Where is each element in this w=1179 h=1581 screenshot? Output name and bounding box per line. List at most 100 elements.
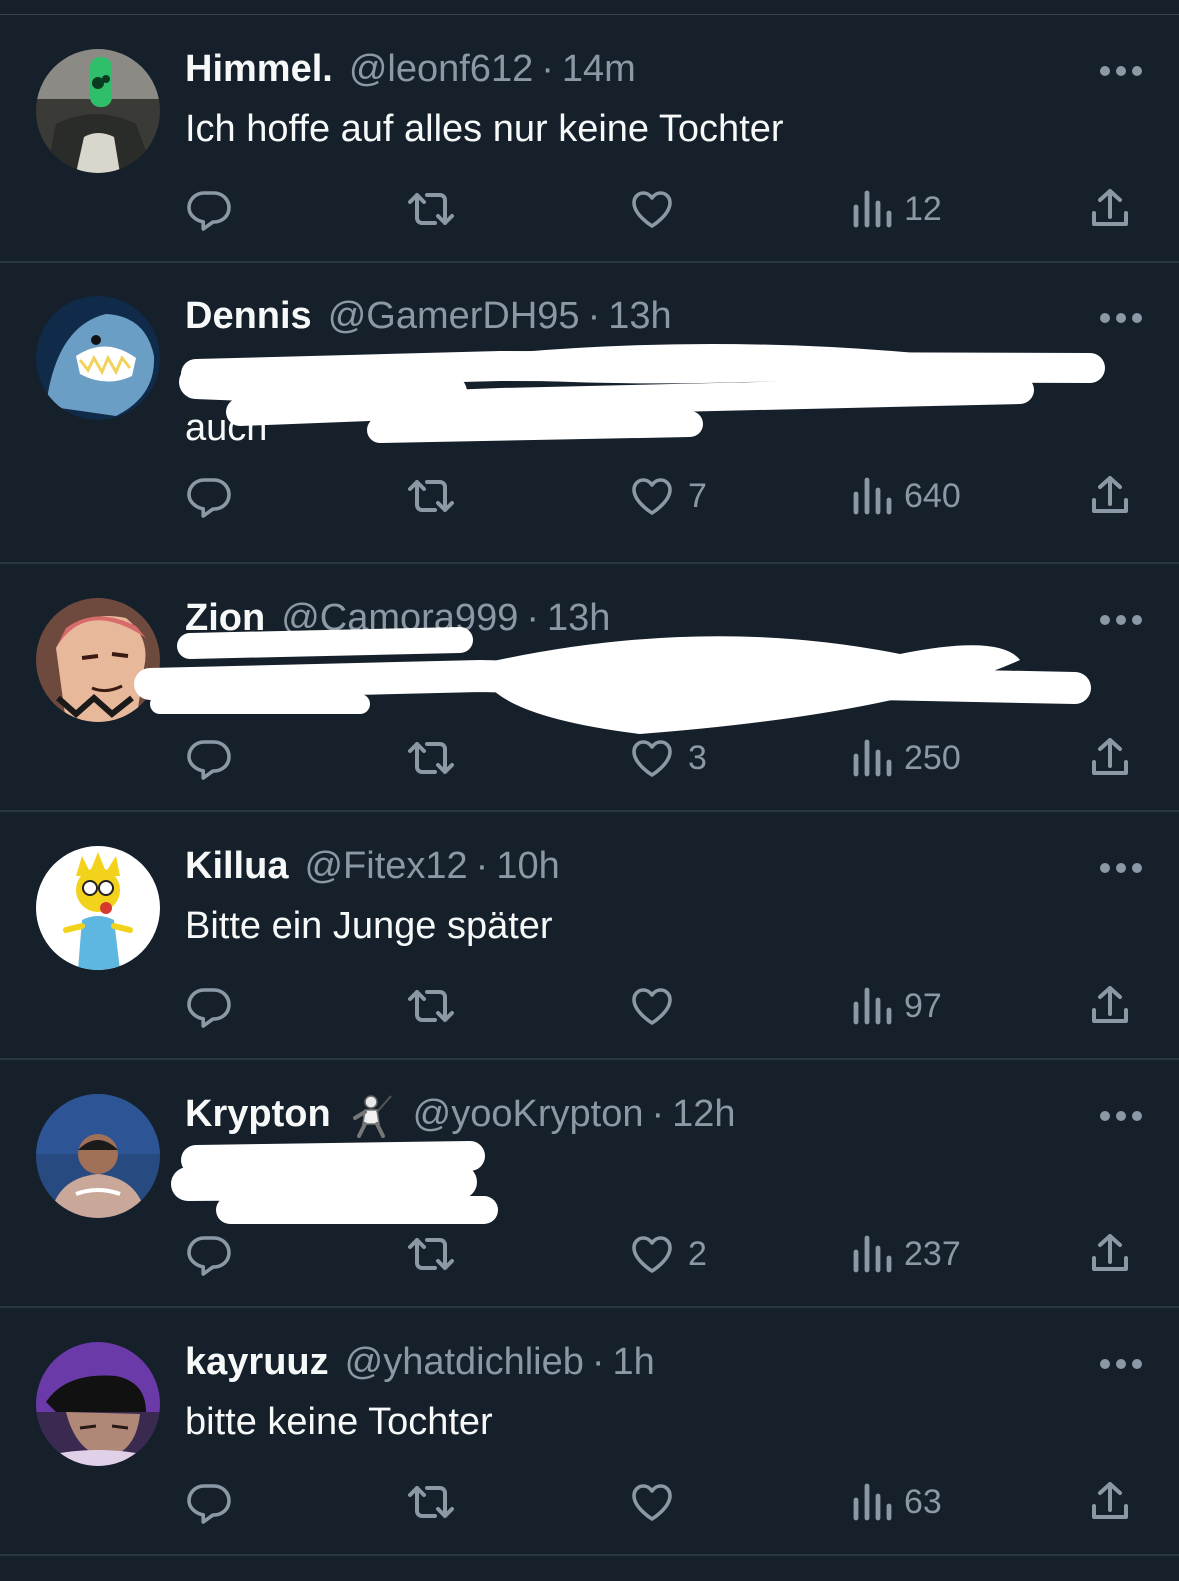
display-name[interactable]: Himmel. (185, 45, 333, 93)
like-count: 3 (688, 738, 707, 777)
reply-button[interactable] (185, 1222, 233, 1286)
views-button[interactable]: 97 (850, 974, 942, 1038)
tweet-header: Krypton @yooKrypton · 12h (185, 1090, 736, 1138)
share-button[interactable] (1086, 1222, 1134, 1286)
share-button[interactable] (1086, 726, 1134, 790)
share-icon (1092, 476, 1128, 513)
separator-dot: · (475, 845, 489, 887)
reply-button[interactable] (185, 177, 233, 241)
avatar-image (36, 49, 160, 173)
heart-icon (632, 988, 672, 1025)
display-name[interactable]: Krypton (185, 1090, 331, 1138)
reply-icon (187, 1236, 231, 1276)
views-button[interactable]: 250 (850, 726, 961, 790)
reply-icon (187, 478, 231, 518)
like-button[interactable] (628, 1470, 688, 1534)
like-button[interactable] (628, 974, 688, 1038)
views-icon (853, 190, 892, 228)
view-count: 237 (904, 1234, 961, 1273)
like-button[interactable] (628, 177, 688, 241)
retweet-button[interactable] (405, 726, 457, 790)
user-handle[interactable]: @Fitex12 (304, 842, 467, 890)
retweet-icon (408, 480, 454, 512)
share-icon (1092, 189, 1128, 226)
user-handle[interactable]: @yooKrypton (413, 1090, 644, 1138)
heart-icon (632, 478, 672, 515)
retweet-button[interactable] (405, 177, 457, 241)
share-button[interactable] (1086, 177, 1134, 241)
tweet[interactable]: Zion @Camora999 · 13h 3 250 (0, 564, 1179, 812)
tweet[interactable]: Dennis @GamerDH95 · 13h auch 7 640 (0, 262, 1179, 564)
tweet-text: bitte keine Tochter (185, 1401, 493, 1443)
tweet-header: Dennis @GamerDH95 · 13h (185, 292, 672, 340)
tweet-header: Killua @Fitex12 · 10h (185, 842, 560, 890)
timestamp[interactable]: 14m (562, 45, 636, 93)
avatar[interactable] (36, 846, 160, 970)
share-icon (1092, 986, 1128, 1023)
retweet-button[interactable] (405, 1222, 457, 1286)
retweet-button[interactable] (405, 974, 457, 1038)
timestamp[interactable]: 1h (613, 1338, 655, 1386)
avatar[interactable] (36, 1342, 160, 1466)
timestamp[interactable]: 13h (608, 292, 671, 340)
reply-button[interactable] (185, 726, 233, 790)
tweet-header: Zion @Camora999 · 13h (185, 594, 610, 642)
user-handle[interactable]: @GamerDH95 (328, 292, 580, 340)
timestamp[interactable]: 10h (496, 842, 559, 890)
share-button[interactable] (1086, 1470, 1134, 1534)
more-icon[interactable] (1099, 614, 1143, 626)
heart-icon (632, 740, 672, 777)
display-name[interactable]: kayruuz (185, 1338, 329, 1386)
views-icon (853, 477, 892, 515)
view-count: 250 (904, 738, 961, 777)
more-icon[interactable] (1099, 1358, 1143, 1370)
avatar[interactable] (36, 598, 160, 722)
share-button[interactable] (1086, 974, 1134, 1038)
like-button[interactable]: 3 (628, 726, 707, 790)
more-icon[interactable] (1099, 312, 1143, 324)
avatar-image (36, 598, 160, 722)
more-icon[interactable] (1099, 1110, 1143, 1122)
tweet[interactable]: kayruuz @yhatdichlieb · 1h bitte keine T… (0, 1308, 1179, 1556)
views-button[interactable]: 63 (850, 1470, 942, 1534)
share-button[interactable] (1086, 464, 1134, 528)
retweet-icon (408, 990, 454, 1022)
views-icon (853, 1483, 892, 1521)
reply-icon (187, 1484, 231, 1524)
views-button[interactable]: 12 (850, 177, 942, 241)
views-icon (853, 1235, 892, 1273)
retweet-icon (408, 193, 454, 225)
avatar-image (36, 1094, 160, 1218)
like-button[interactable]: 7 (628, 464, 707, 528)
user-handle[interactable]: @yhatdichlieb (345, 1338, 584, 1386)
avatar[interactable] (36, 1094, 160, 1218)
avatar[interactable] (36, 296, 160, 420)
user-handle[interactable]: @Camora999 (281, 594, 518, 642)
reply-button[interactable] (185, 974, 233, 1038)
views-button[interactable]: 640 (850, 464, 961, 528)
display-name[interactable]: Killua (185, 842, 288, 890)
separator-dot: · (651, 1093, 665, 1135)
timestamp[interactable]: 13h (547, 594, 610, 642)
reply-button[interactable] (185, 1470, 233, 1534)
more-icon[interactable] (1099, 862, 1143, 874)
tweet-actions: 3 250 (0, 726, 1179, 790)
avatar[interactable] (36, 49, 160, 173)
display-name[interactable]: Dennis (185, 292, 312, 340)
tweet[interactable]: Himmel. @leonf612 · 14m Ich hoffe auf al… (0, 15, 1179, 263)
like-button[interactable]: 2 (628, 1222, 707, 1286)
tweet[interactable]: Killua @Fitex12 · 10h Bitte ein Junge sp… (0, 812, 1179, 1060)
views-button[interactable]: 237 (850, 1222, 961, 1286)
tweet-actions: 97 (0, 974, 1179, 1038)
user-handle[interactable]: @leonf612 (349, 45, 533, 93)
reply-button[interactable] (185, 464, 233, 528)
view-count: 63 (904, 1482, 942, 1521)
tweet[interactable]: Krypton @yooKrypton · 12h 2 237 (0, 1060, 1179, 1308)
retweet-button[interactable] (405, 1470, 457, 1534)
retweet-icon (408, 742, 454, 774)
tweet-text: Bitte ein Junge später (185, 905, 553, 947)
display-name[interactable]: Zion (185, 594, 265, 642)
timestamp[interactable]: 12h (672, 1090, 735, 1138)
retweet-button[interactable] (405, 464, 457, 528)
more-icon[interactable] (1099, 65, 1143, 77)
